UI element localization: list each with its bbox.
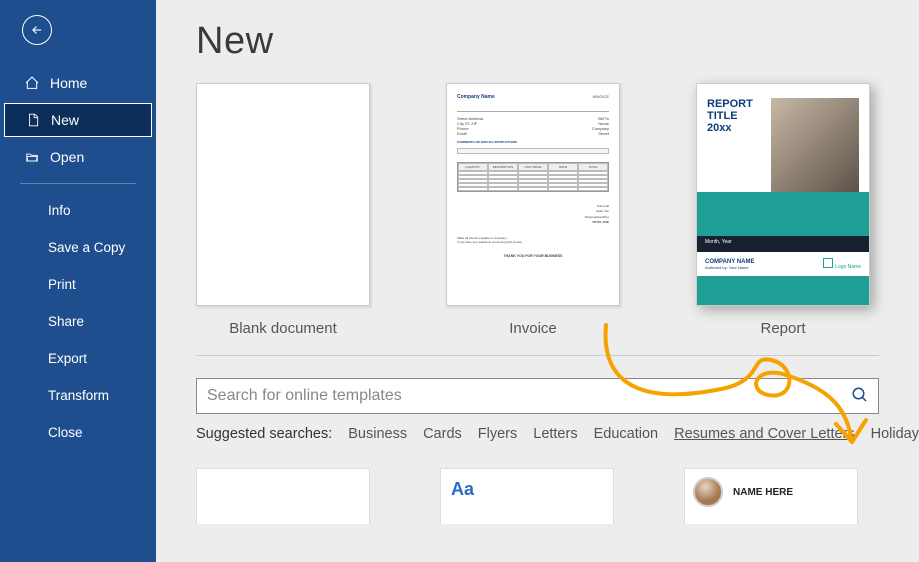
suggested-link-resumes[interactable]: Resumes and Cover Letters [674,426,855,442]
nav-label: Open [50,149,84,165]
nav-home[interactable]: Home [0,65,156,101]
suggested-label: Suggested searches: [196,426,332,442]
template-search-input[interactable] [196,378,879,414]
nav-transform[interactable]: Transform [0,377,156,414]
nav-label: Share [48,314,84,329]
nav-label: Transform [48,388,109,403]
invoice-tag: INVOICE [593,94,609,100]
back-button[interactable] [22,15,52,45]
backstage-sidebar: Home New Open Info Save a Copy Print Sha… [0,0,156,562]
template-thumb-invoice: Company NameINVOICE Street AddressCity S… [446,83,620,306]
report-author: Authored by: Your Name [705,265,754,270]
search-icon[interactable] [851,386,869,409]
template-thumb-partial-2[interactable]: Aa [440,468,614,524]
nav-primary: Home New Open [0,65,156,175]
template-label: Invoice [509,320,557,337]
report-subtitle: 20xx [707,122,765,134]
nav-save-copy[interactable]: Save a Copy [0,229,156,266]
arrow-left-icon [30,23,44,37]
report-photo-placeholder [771,98,859,192]
resume-name: NAME HERE [733,487,793,498]
suggested-link-holiday[interactable]: Holiday [871,426,919,442]
template-thumb-report: REPORT TITLE 20xx Month, Year COMPANY NA… [696,83,870,306]
section-divider [196,355,879,356]
logo-icon [823,258,833,268]
suggested-link-flyers[interactable]: Flyers [478,426,517,442]
template-row: Blank document Company NameINVOICE Stree… [196,83,919,337]
nav-export[interactable]: Export [0,340,156,377]
aa-label: Aa [441,469,613,510]
template-report[interactable]: REPORT TITLE 20xx Month, Year COMPANY NA… [696,83,870,337]
invoice-footer: THANK YOU FOR YOUR BUSINESS [457,254,609,258]
template-row-2: Aa NAME HERE [196,468,919,524]
document-icon [25,112,41,128]
suggested-link-cards[interactable]: Cards [423,426,462,442]
invoice-company: Company Name [457,94,495,100]
template-blank[interactable]: Blank document [196,83,370,337]
suggested-link-education[interactable]: Education [594,426,659,442]
search-container [196,378,879,414]
main-panel: New Blank document Company Name INVOICE S… [156,0,919,562]
nav-print[interactable]: Print [0,266,156,303]
nav-label: Close [48,425,83,440]
nav-label: New [51,112,79,128]
nav-info[interactable]: Info [0,192,156,229]
nav-label: Info [48,203,71,218]
nav-open[interactable]: Open [0,139,156,175]
template-thumb-blank [196,83,370,306]
nav-new[interactable]: New [4,103,152,137]
nav-label: Print [48,277,76,292]
nav-label: Home [50,75,87,91]
page-title: New [196,20,919,63]
nav-label: Save a Copy [48,240,125,255]
report-logo-text: Logo Name [835,264,861,270]
template-thumb-partial-3[interactable]: NAME HERE [684,468,858,524]
template-label: Report [760,320,805,337]
suggested-link-letters[interactable]: Letters [533,426,577,442]
nav-secondary: Info Save a Copy Print Share Export Tran… [0,192,156,451]
avatar-icon [693,477,723,507]
nav-label: Export [48,351,87,366]
template-invoice[interactable]: Company NameINVOICE Street AddressCity S… [446,83,620,337]
nav-close[interactable]: Close [0,414,156,451]
folder-open-icon [24,149,40,165]
home-icon [24,75,40,91]
template-thumb-partial-1[interactable] [196,468,370,524]
report-company: COMPANY NAME [705,259,754,265]
template-label: Blank document [229,320,337,337]
report-title: REPORT TITLE [707,98,765,122]
suggested-searches: Suggested searches: Business Cards Flyer… [196,426,919,442]
sidebar-divider [20,183,136,184]
suggested-link-business[interactable]: Business [348,426,407,442]
nav-share[interactable]: Share [0,303,156,340]
